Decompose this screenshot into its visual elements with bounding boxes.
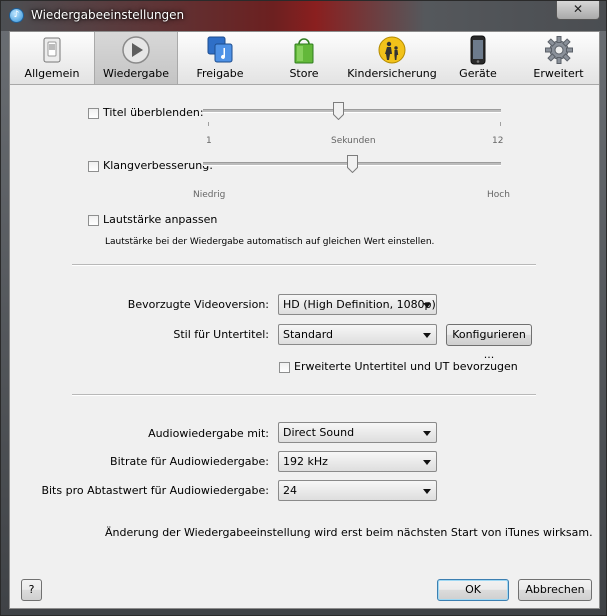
switch-icon bbox=[43, 37, 61, 63]
sound-enhancer-label: Klangverbesserung: bbox=[103, 159, 213, 172]
audio-output-value: Direct Sound bbox=[283, 426, 355, 439]
crossfade-checkbox[interactable] bbox=[88, 108, 99, 119]
chevron-down-icon bbox=[423, 303, 431, 308]
preferences-toolbar: Allgemein Wiedergabe Freigabe Store Kind… bbox=[10, 32, 599, 85]
tab-store[interactable]: Store bbox=[262, 32, 346, 84]
tab-kindersicherung-label: Kindersicherung bbox=[347, 67, 437, 80]
video-version-label: Bevorzugte Videoversion: bbox=[127, 298, 269, 311]
tab-freigabe-label: Freigabe bbox=[196, 67, 244, 80]
window-title: Wiedergabeeinstellungen bbox=[31, 8, 185, 22]
tab-freigabe[interactable]: Freigabe bbox=[178, 32, 262, 84]
sound-check-description: Lautstärke bei der Wiedergabe automatisc… bbox=[105, 237, 435, 247]
tab-wiedergabe[interactable]: Wiedergabe bbox=[94, 32, 178, 84]
subtitle-style-label: Stil für Untertitel: bbox=[173, 328, 269, 341]
chevron-down-icon bbox=[423, 489, 431, 494]
bits-per-sample-label: Bits pro Abtastwert für Audiowiedergabe: bbox=[41, 484, 269, 497]
tab-geraete-label: Geräte bbox=[459, 67, 497, 80]
subtitle-style-value: Standard bbox=[283, 328, 334, 341]
device-icon bbox=[470, 35, 486, 65]
crossfade-min-label: 1 bbox=[206, 136, 212, 146]
separator bbox=[72, 264, 536, 266]
tab-geraete[interactable]: Geräte bbox=[438, 32, 518, 84]
bitrate-label: Bitrate für Audiowiedergabe: bbox=[110, 455, 269, 468]
help-button[interactable]: ? bbox=[21, 579, 42, 601]
play-icon bbox=[122, 36, 150, 64]
parental-control-icon bbox=[378, 36, 406, 64]
subtitle-style-select[interactable]: Standard bbox=[278, 324, 437, 345]
music-share-icon bbox=[207, 36, 233, 63]
sound-enhancer-checkbox[interactable] bbox=[88, 161, 99, 172]
sound-enhancer-low-label: Niedrig bbox=[193, 190, 226, 200]
bits-per-sample-select[interactable]: 24 bbox=[278, 480, 437, 501]
crossfade-slider-track[interactable] bbox=[203, 109, 501, 113]
tab-kindersicherung[interactable]: Kindersicherung bbox=[346, 32, 438, 84]
crossfade-max-label: 12 bbox=[492, 136, 504, 146]
crossfade-tick bbox=[208, 122, 209, 126]
video-version-select[interactable]: HD (High Definition, 1080p) bbox=[278, 294, 437, 315]
preferences-window: ♪ Wiedergabeeinstellungen ✕ Allgemein Wi… bbox=[0, 0, 607, 616]
tab-store-label: Store bbox=[289, 67, 319, 80]
sound-check-checkbox[interactable] bbox=[88, 215, 99, 226]
crossfade-label: Titel überblenden: bbox=[103, 106, 204, 119]
itunes-icon: ♪ bbox=[9, 8, 24, 23]
crossfade-slider-thumb[interactable] bbox=[332, 102, 344, 120]
tab-erweitert[interactable]: Erweitert bbox=[518, 32, 599, 84]
chevron-down-icon bbox=[423, 460, 431, 465]
tab-wiedergabe-label: Wiedergabe bbox=[102, 67, 169, 80]
sound-check-label: Lautstärke anpassen bbox=[103, 213, 218, 226]
gear-icon bbox=[544, 36, 573, 64]
closed-captions-checkbox[interactable] bbox=[279, 362, 290, 373]
bits-per-sample-value: 24 bbox=[283, 484, 297, 497]
tab-allgemein[interactable]: Allgemein bbox=[10, 32, 94, 84]
separator bbox=[72, 394, 536, 396]
crossfade-tick bbox=[500, 122, 501, 126]
tab-erweitert-label: Erweitert bbox=[533, 67, 584, 80]
closed-captions-label: Erweiterte Untertitel und UT bevorzugen bbox=[294, 360, 518, 373]
audio-output-select[interactable]: Direct Sound bbox=[278, 422, 437, 443]
video-version-value: HD (High Definition, 1080p) bbox=[283, 298, 436, 311]
configure-button[interactable]: Konfigurieren ... bbox=[446, 324, 532, 361]
dialog-content: Allgemein Wiedergabe Freigabe Store Kind… bbox=[9, 31, 600, 609]
close-button[interactable]: ✕ bbox=[556, 1, 600, 20]
crossfade-unit-label: Sekunden bbox=[331, 136, 376, 146]
chevron-down-icon bbox=[423, 333, 431, 338]
title-bar[interactable]: ♪ Wiedergabeeinstellungen ✕ bbox=[1, 1, 606, 31]
restart-notice: Änderung der Wiedergabeeinstellung wird … bbox=[105, 526, 593, 539]
shopping-bag-icon bbox=[294, 38, 314, 64]
tab-allgemein-label: Allgemein bbox=[24, 67, 80, 80]
bitrate-select[interactable]: 192 kHz bbox=[278, 451, 437, 472]
sound-enhancer-slider-thumb[interactable] bbox=[346, 155, 358, 173]
sound-enhancer-high-label: Hoch bbox=[487, 190, 510, 200]
cancel-button[interactable]: Abbrechen bbox=[518, 579, 592, 601]
chevron-down-icon bbox=[423, 431, 431, 436]
ok-button[interactable]: OK bbox=[437, 579, 509, 601]
bitrate-value: 192 kHz bbox=[283, 455, 328, 468]
audio-output-label: Audiowiedergabe mit: bbox=[148, 427, 269, 440]
